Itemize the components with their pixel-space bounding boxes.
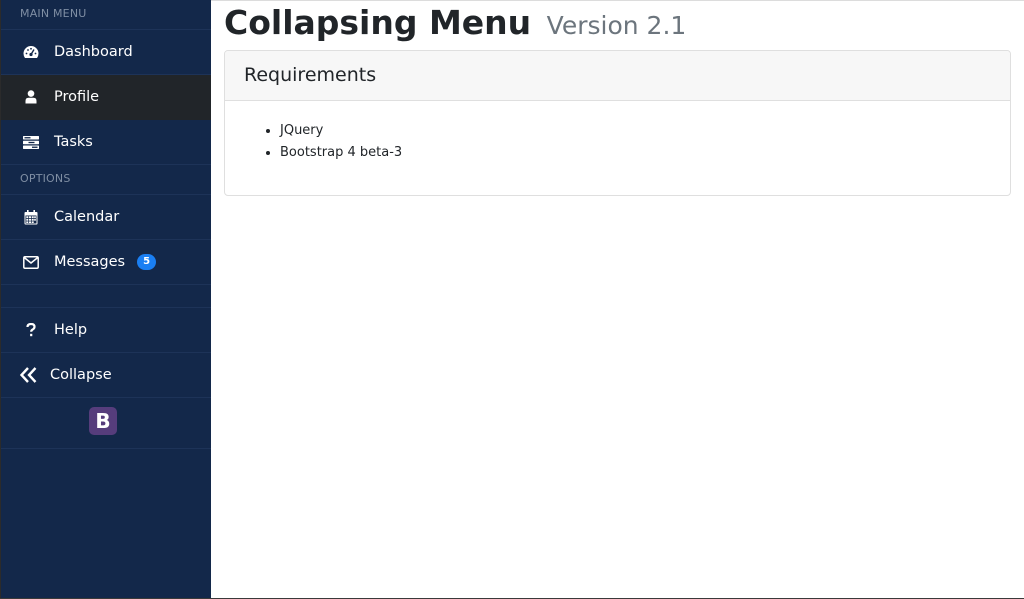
sidebar-item-label: Calendar <box>54 209 120 225</box>
messages-count-badge: 5 <box>137 254 157 270</box>
sidebar-item-label: Collapse <box>50 367 112 383</box>
bootstrap-logo: B <box>89 407 117 435</box>
sidebar-item-calendar[interactable]: Calendar <box>1 195 211 240</box>
list-item: Bootstrap 4 beta-3 <box>280 143 1010 165</box>
sidebar-item-tasks[interactable]: Tasks <box>1 120 211 165</box>
sidebar-item-dashboard[interactable]: Dashboard <box>1 30 211 75</box>
calendar-icon <box>22 209 40 225</box>
page-title-text: Collapsing Menu <box>224 3 532 42</box>
card-header: Requirements <box>225 51 1010 101</box>
page-title: Collapsing Menu Version 2.1 <box>224 3 686 42</box>
user-icon <box>22 89 40 105</box>
sidebar-item-label: Dashboard <box>54 44 133 60</box>
sidebar-item-profile[interactable]: Profile <box>1 75 211 120</box>
dashboard-icon <box>22 44 40 60</box>
card-body: JQuery Bootstrap 4 beta-3 <box>225 101 1010 165</box>
version-label: Version 2.1 <box>546 11 687 40</box>
sidebar-item-collapse[interactable]: Collapse <box>1 353 211 398</box>
question-icon <box>22 322 40 338</box>
tasks-icon <box>22 134 40 150</box>
sidebar-divider <box>1 285 211 308</box>
requirements-list: JQuery Bootstrap 4 beta-3 <box>280 121 1010 165</box>
sidebar-item-help[interactable]: Help <box>1 308 211 353</box>
sidebar: MAIN MENU Dashboard Profile Tasks OPTION… <box>0 0 211 599</box>
sidebar-item-label: Tasks <box>54 134 93 150</box>
requirements-card: Requirements JQuery Bootstrap 4 beta-3 <box>224 50 1011 196</box>
section-label-main-menu: MAIN MENU <box>1 0 211 30</box>
sidebar-item-label: Profile <box>54 89 100 105</box>
sidebar-item-label: Messages <box>54 254 126 270</box>
section-label-options: OPTIONS <box>1 165 211 195</box>
list-item: JQuery <box>280 121 1010 143</box>
envelope-icon <box>22 254 40 270</box>
double-chevron-left-icon <box>20 367 38 383</box>
logo-row: B <box>1 398 211 449</box>
sidebar-item-messages[interactable]: Messages 5 <box>1 240 211 285</box>
sidebar-item-label: Help <box>54 322 88 338</box>
main-content: Collapsing Menu Version 2.1 Requirements… <box>211 0 1024 599</box>
